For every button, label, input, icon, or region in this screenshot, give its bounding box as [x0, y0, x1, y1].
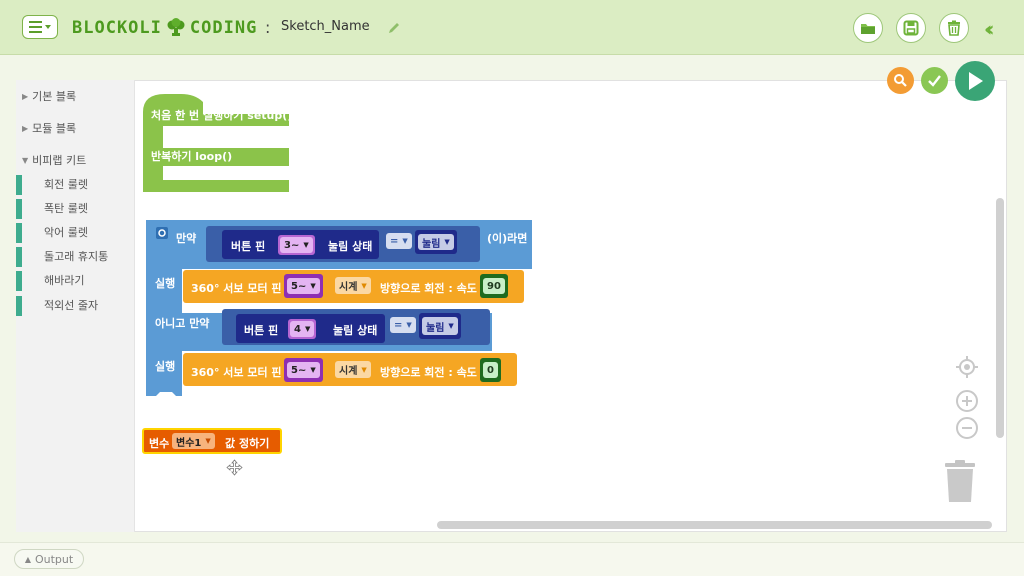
pressed-state-label-2: 눌림 상태	[333, 324, 378, 337]
pin-select-wrapper-2: 4 ▼	[288, 319, 317, 339]
trash-icon	[948, 20, 960, 36]
top-bar: BLOCKOLI CODING : Sketch_Name ‹‹	[0, 0, 1024, 55]
move-cursor-icon	[226, 459, 243, 476]
kit-item-crocodile-roulette[interactable]: 악어 룰렛	[16, 223, 134, 243]
folder-icon	[861, 24, 875, 34]
kit-item-ir-tape[interactable]: 적외선 줄자	[16, 296, 134, 316]
eq-operator-2[interactable]: = ▼	[390, 317, 416, 333]
category-bplab-kit[interactable]: ▼ 비피랩 키트	[22, 152, 86, 168]
do-label: 실행	[155, 277, 176, 290]
if-label: 만약	[176, 232, 197, 245]
rotate-label-2: 방향으로 회전 : 속도	[380, 366, 477, 379]
speed-value-1[interactable]: 90	[483, 278, 505, 294]
upload-run-button[interactable]	[955, 61, 995, 101]
setup-label: 처음 한 번 실행하기 setup()	[151, 109, 293, 122]
logo-text-coding: CODING	[189, 18, 258, 38]
var-label: 변수	[149, 437, 170, 450]
servo-pin-select-1[interactable]: 5~ ▼	[287, 278, 320, 294]
zoom-out-icon[interactable]	[955, 416, 979, 440]
servo-pin-wrapper-2: 5~ ▼	[284, 358, 323, 382]
servo-pin-wrapper-1: 5~ ▼	[284, 274, 323, 298]
output-label: Output	[34, 552, 74, 566]
category-label: 기본 블록	[32, 90, 77, 103]
category-module[interactable]: ▶ 모듈 블록	[22, 120, 76, 136]
title-separator: :	[265, 18, 271, 37]
broccoli-icon	[167, 18, 185, 36]
set-value-label: 값 정하기	[225, 437, 270, 450]
pin-select-1[interactable]: 3~ ▼	[280, 237, 313, 253]
elseif-label: 아니고 만약	[155, 317, 210, 330]
output-toggle-button[interactable]: ▲ Output	[14, 549, 84, 569]
pressed-value-wrapper-2: 눌림 ▼	[419, 313, 461, 339]
chevron-up-icon: ▲	[24, 554, 31, 564]
verify-button[interactable]	[921, 67, 948, 94]
speed-wrapper-1: 90	[480, 274, 508, 298]
pressed-value-wrapper-1: 눌림 ▼	[415, 230, 457, 254]
save-icon	[903, 20, 919, 36]
pin-select-wrapper: 3~ ▼	[278, 235, 315, 255]
menu-button[interactable]	[22, 15, 58, 39]
save-button[interactable]	[896, 13, 926, 43]
zoom-in-icon[interactable]	[955, 389, 979, 413]
servo-label: 360° 서보 모터 핀	[191, 282, 282, 295]
dropdown-caret-icon: ▼	[303, 241, 309, 249]
horizontal-scrollbar[interactable]	[437, 521, 992, 529]
caret-down-icon: ▼	[22, 155, 29, 165]
eq-operator-1[interactable]: = ▼	[386, 233, 412, 249]
open-folder-button[interactable]	[853, 13, 883, 43]
category-basic[interactable]: ▶ 기본 블록	[22, 88, 76, 104]
gear-icon[interactable]	[156, 227, 168, 239]
chevron-down-icon	[45, 25, 51, 29]
category-label: 비피랩 키트	[32, 154, 87, 167]
pressed-select-1[interactable]: 눌림 ▼	[418, 234, 454, 250]
pressed-state-label: 눌림 상태	[328, 240, 373, 253]
var-select[interactable]: 변수1 ▼	[172, 433, 215, 449]
kit-item-rotation-roulette[interactable]: 회전 룰렛	[16, 175, 134, 195]
sketch-name[interactable]: Sketch_Name	[281, 19, 370, 34]
bottom-bar	[0, 542, 1024, 576]
button-pin-label: 버튼 핀	[231, 240, 266, 253]
kit-item-bomb-roulette[interactable]: 폭탄 룰렛	[16, 199, 134, 219]
pin-select-2[interactable]: 4 ▼	[290, 321, 315, 337]
loop-label: 반복하기 loop()	[151, 150, 233, 163]
then-label: (이)라면	[487, 232, 528, 245]
servo-pin-select-2[interactable]: 5~ ▼	[287, 362, 320, 378]
play-icon	[969, 72, 983, 90]
do-label-2: 실행	[155, 360, 176, 373]
vertical-scrollbar[interactable]	[996, 198, 1004, 438]
zoom-search-button[interactable]	[887, 67, 914, 94]
toolbox-sidebar: ▶ 기본 블록 ▶ 모듈 블록 ▼ 비피랩 키트 회전 룰렛 폭탄 룰렛 악어 …	[16, 80, 135, 532]
caret-right-icon: ▶	[22, 123, 29, 133]
servo-label-2: 360° 서보 모터 핀	[191, 366, 282, 379]
collapse-panel-icon[interactable]: ‹‹	[984, 17, 995, 41]
logo-text: BLOCKOLI	[72, 18, 162, 38]
recenter-icon[interactable]	[955, 355, 979, 379]
app-logo: BLOCKOLI CODING	[72, 17, 257, 39]
speed-value-2[interactable]: 0	[483, 362, 498, 378]
kit-item-sunflower[interactable]: 해바라기	[16, 271, 134, 291]
category-label: 모듈 블록	[32, 122, 77, 135]
magnifier-icon	[894, 74, 907, 87]
direction-select-2[interactable]: 시계 ▼	[335, 361, 371, 378]
direction-select-1[interactable]: 시계 ▼	[335, 277, 371, 294]
button-pin-label-2: 버튼 핀	[244, 324, 279, 337]
caret-right-icon: ▶	[22, 91, 29, 101]
delete-button[interactable]	[939, 13, 969, 43]
menu-icon	[29, 21, 42, 33]
rotate-label: 방향으로 회전 : 속도	[380, 282, 477, 295]
speed-wrapper-2: 0	[480, 358, 501, 382]
kit-item-dolphin-trashcan[interactable]: 돌고래 휴지통	[16, 247, 134, 267]
checkmark-icon	[928, 75, 941, 87]
pressed-select-2[interactable]: 눌림 ▼	[422, 317, 458, 335]
pencil-icon[interactable]	[387, 21, 401, 35]
trash-can-icon[interactable]	[943, 459, 977, 503]
